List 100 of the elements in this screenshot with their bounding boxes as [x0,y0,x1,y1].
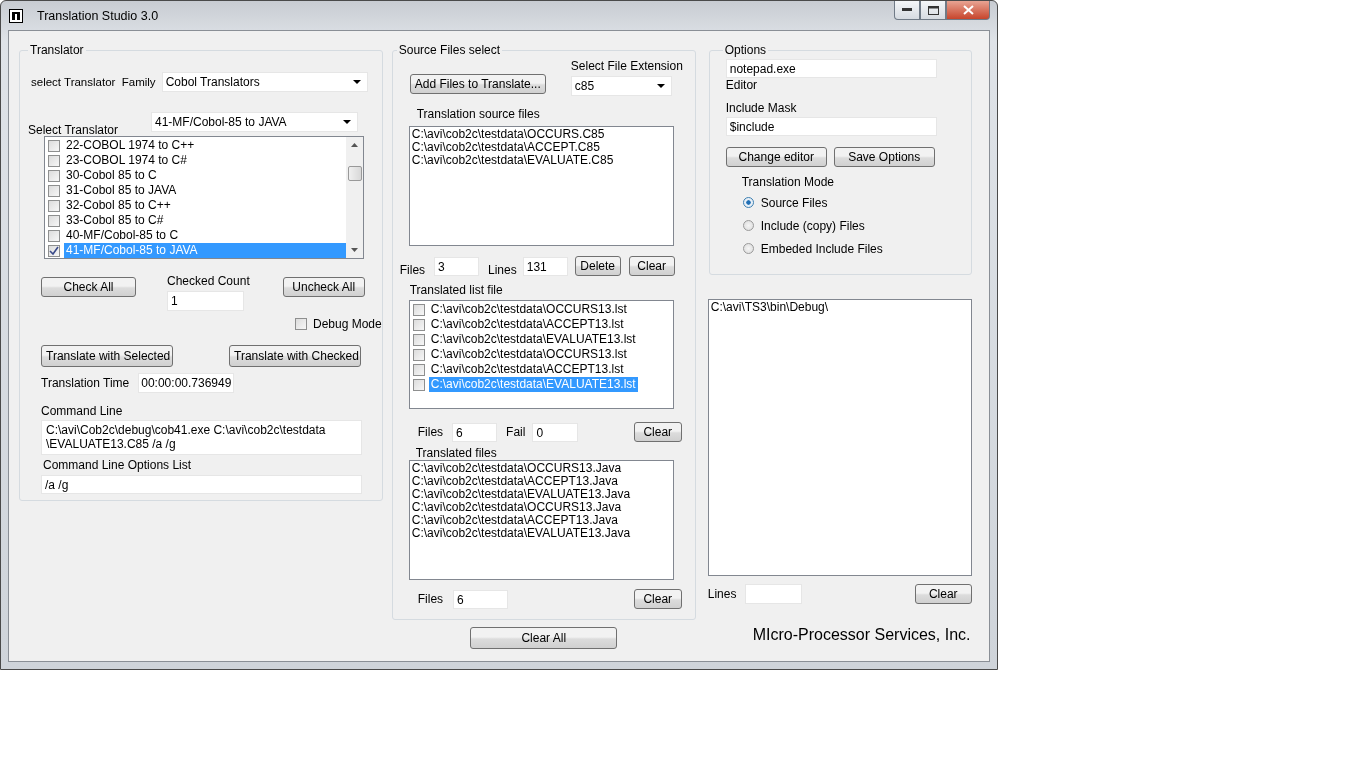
minimize-icon [902,8,912,12]
change-editor-button[interactable]: Change editor [725,147,827,167]
checkbox[interactable] [48,154,60,167]
translation-mode-label: Translation Mode [741,175,834,189]
scroll-down-icon [351,248,358,252]
checkbox[interactable] [48,199,60,212]
caret-icon [352,80,361,84]
checkbox[interactable] [412,333,425,346]
maximize-button[interactable] [920,1,946,20]
debug-mode-checkbox[interactable] [295,318,307,330]
clear-button[interactable]: Clear [633,422,682,442]
lines-label: Lines [707,587,737,601]
file-item[interactable]: C:\avi\cob2c\testdata\EVALUATE.C85 [411,154,671,167]
clear-button[interactable]: Clear [628,256,675,276]
mode-radio[interactable]: Source Files [742,193,828,212]
file-item[interactable]: C:\avi\cob2c\testdata\ACCEPT.C85 [411,141,671,154]
translate-selected-button[interactable]: Translate with Selected [41,345,173,367]
checkbox[interactable] [48,169,60,182]
lines-count-field[interactable] [745,584,803,604]
checkbox[interactable] [48,139,60,152]
editor-field[interactable]: notepad.exe [725,59,937,78]
translator-item[interactable]: 33-Cobol 85 to C# [45,213,346,228]
caret-icon [656,84,665,88]
lines-label: Lines [488,263,517,277]
translator-item[interactable]: 40-MF/Cobol-85 to C [45,228,346,243]
file-item[interactable]: C:\avi\cob2c\testdata\EVALUATE13.Java [411,527,671,540]
company-name: MIcro-Processor Services, Inc. [752,626,972,644]
group-title: Source Files select [397,43,502,57]
checkbox[interactable] [48,214,60,227]
scroll-thumb[interactable] [347,166,362,181]
close-button[interactable] [946,1,990,20]
source-files-label: Translation source files [416,107,540,121]
group-title: Options [723,43,768,57]
fail-count-field[interactable]: 0 [532,422,579,442]
close-icon [962,5,974,15]
debug-mode-label: Debug Mode [313,317,382,331]
maximize-icon [927,5,939,15]
editor-label: Editor [725,78,758,92]
delete-button[interactable]: Delete [574,256,621,276]
checked-count-field[interactable]: 1 [167,291,244,311]
file-item[interactable]: C:\avi\cob2c\testdata\ACCEPT13.Java [411,475,671,488]
translation-time-field[interactable]: 00:00:00.736949 [138,373,235,393]
files-count-field[interactable]: 3 [434,256,480,276]
checkbox[interactable] [412,303,425,316]
uncheck-all-button[interactable]: Uncheck All [282,277,365,297]
save-options-button[interactable]: Save Options [833,147,935,167]
family-dropdown[interactable]: Cobol Translators [161,72,368,92]
translator-dropdown[interactable]: 41-MF/Cobol-85 to JAVA [151,112,358,132]
checkbox[interactable] [48,184,60,197]
files-label: Files [399,263,426,277]
group-title: Translator [29,43,85,57]
list-file-item[interactable]: C:\avi\cob2c\testdata\ACCEPT13.lst [410,317,672,332]
translate-checked-button[interactable]: Translate with Checked [229,345,361,367]
lines-count-field[interactable]: 131 [522,256,568,276]
checkbox[interactable] [412,363,425,376]
include-mask-field[interactable]: $include [725,117,937,136]
file-item[interactable]: C:\avi\cob2c\testdata\ACCEPT13.Java [411,514,671,527]
clear-button[interactable]: Clear [914,584,972,604]
translator-item[interactable]: 30-Cobol 85 to C [45,168,346,183]
translator-item[interactable]: 22-COBOL 1974 to C++ [45,138,346,153]
file-item[interactable]: C:\avi\cob2c\testdata\OCCURS.C85 [411,128,671,141]
clear-all-button[interactable]: Clear All [470,627,618,649]
translation-time-label: Translation Time [41,376,130,390]
list-file-item[interactable]: C:\avi\cob2c\testdata\OCCURS13.lst [410,347,672,362]
checkbox[interactable] [412,318,425,331]
checkbox[interactable] [412,348,425,361]
list-file-label: Translated list file [409,283,503,297]
output-line: C:\avi\TS3\bin\Debug\ [710,301,830,314]
options-list-label: Command Line Options List [43,458,192,472]
check-all-button[interactable]: Check All [41,277,136,297]
command-line-field[interactable]: C:\avi\Cob2c\debug\cob41.exe C:\avi\cob2c\testdata \EVALUATE13.C85 /a /g [41,420,362,455]
window-title: Translation Studio 3.0 [37,8,159,23]
add-files-button[interactable]: Add Files to Translate... [409,74,546,94]
minimize-button[interactable] [894,1,920,20]
mode-radio[interactable]: Include (copy) Files [742,216,865,235]
list-file-item[interactable]: C:\avi\cob2c\testdata\ACCEPT13.lst [410,362,672,377]
translator-label: Select Translator [28,123,120,137]
file-item[interactable]: C:\avi\cob2c\testdata\OCCURS13.Java [411,462,671,475]
file-item[interactable]: C:\avi\cob2c\testdata\OCCURS13.Java [411,501,671,514]
file-item[interactable]: C:\avi\cob2c\testdata\EVALUATE13.Java [411,488,671,501]
caret-icon [343,120,351,124]
list-file-item[interactable]: C:\avi\cob2c\testdata\EVALUATE13.lst [410,332,672,347]
scrollbar[interactable] [346,137,363,258]
file-extension-dropdown[interactable]: c85 [570,76,672,96]
checkbox[interactable] [412,378,425,391]
translator-item[interactable]: 23-COBOL 1974 to C# [45,153,346,168]
options-list-field[interactable]: /a /g [41,475,362,494]
translator-item[interactable]: 32-Cobol 85 to C++ [45,198,346,213]
checkbox[interactable] [48,244,60,257]
translator-item[interactable]: 31-Cobol 85 to JAVA [45,183,346,198]
scroll-up-icon [351,143,358,147]
translated-files-label: Translated files [415,446,497,460]
files-label: Files [417,425,444,439]
list-file-item[interactable]: C:\avi\cob2c\testdata\OCCURS13.lst [410,302,672,317]
files-count-field[interactable]: 6 [452,422,498,442]
files-count-field[interactable]: 6 [453,589,509,609]
fail-label: Fail [506,425,526,439]
clear-button[interactable]: Clear [633,589,682,609]
mode-radio[interactable]: Embeded Include Files [742,239,883,258]
checkbox[interactable] [48,229,60,242]
